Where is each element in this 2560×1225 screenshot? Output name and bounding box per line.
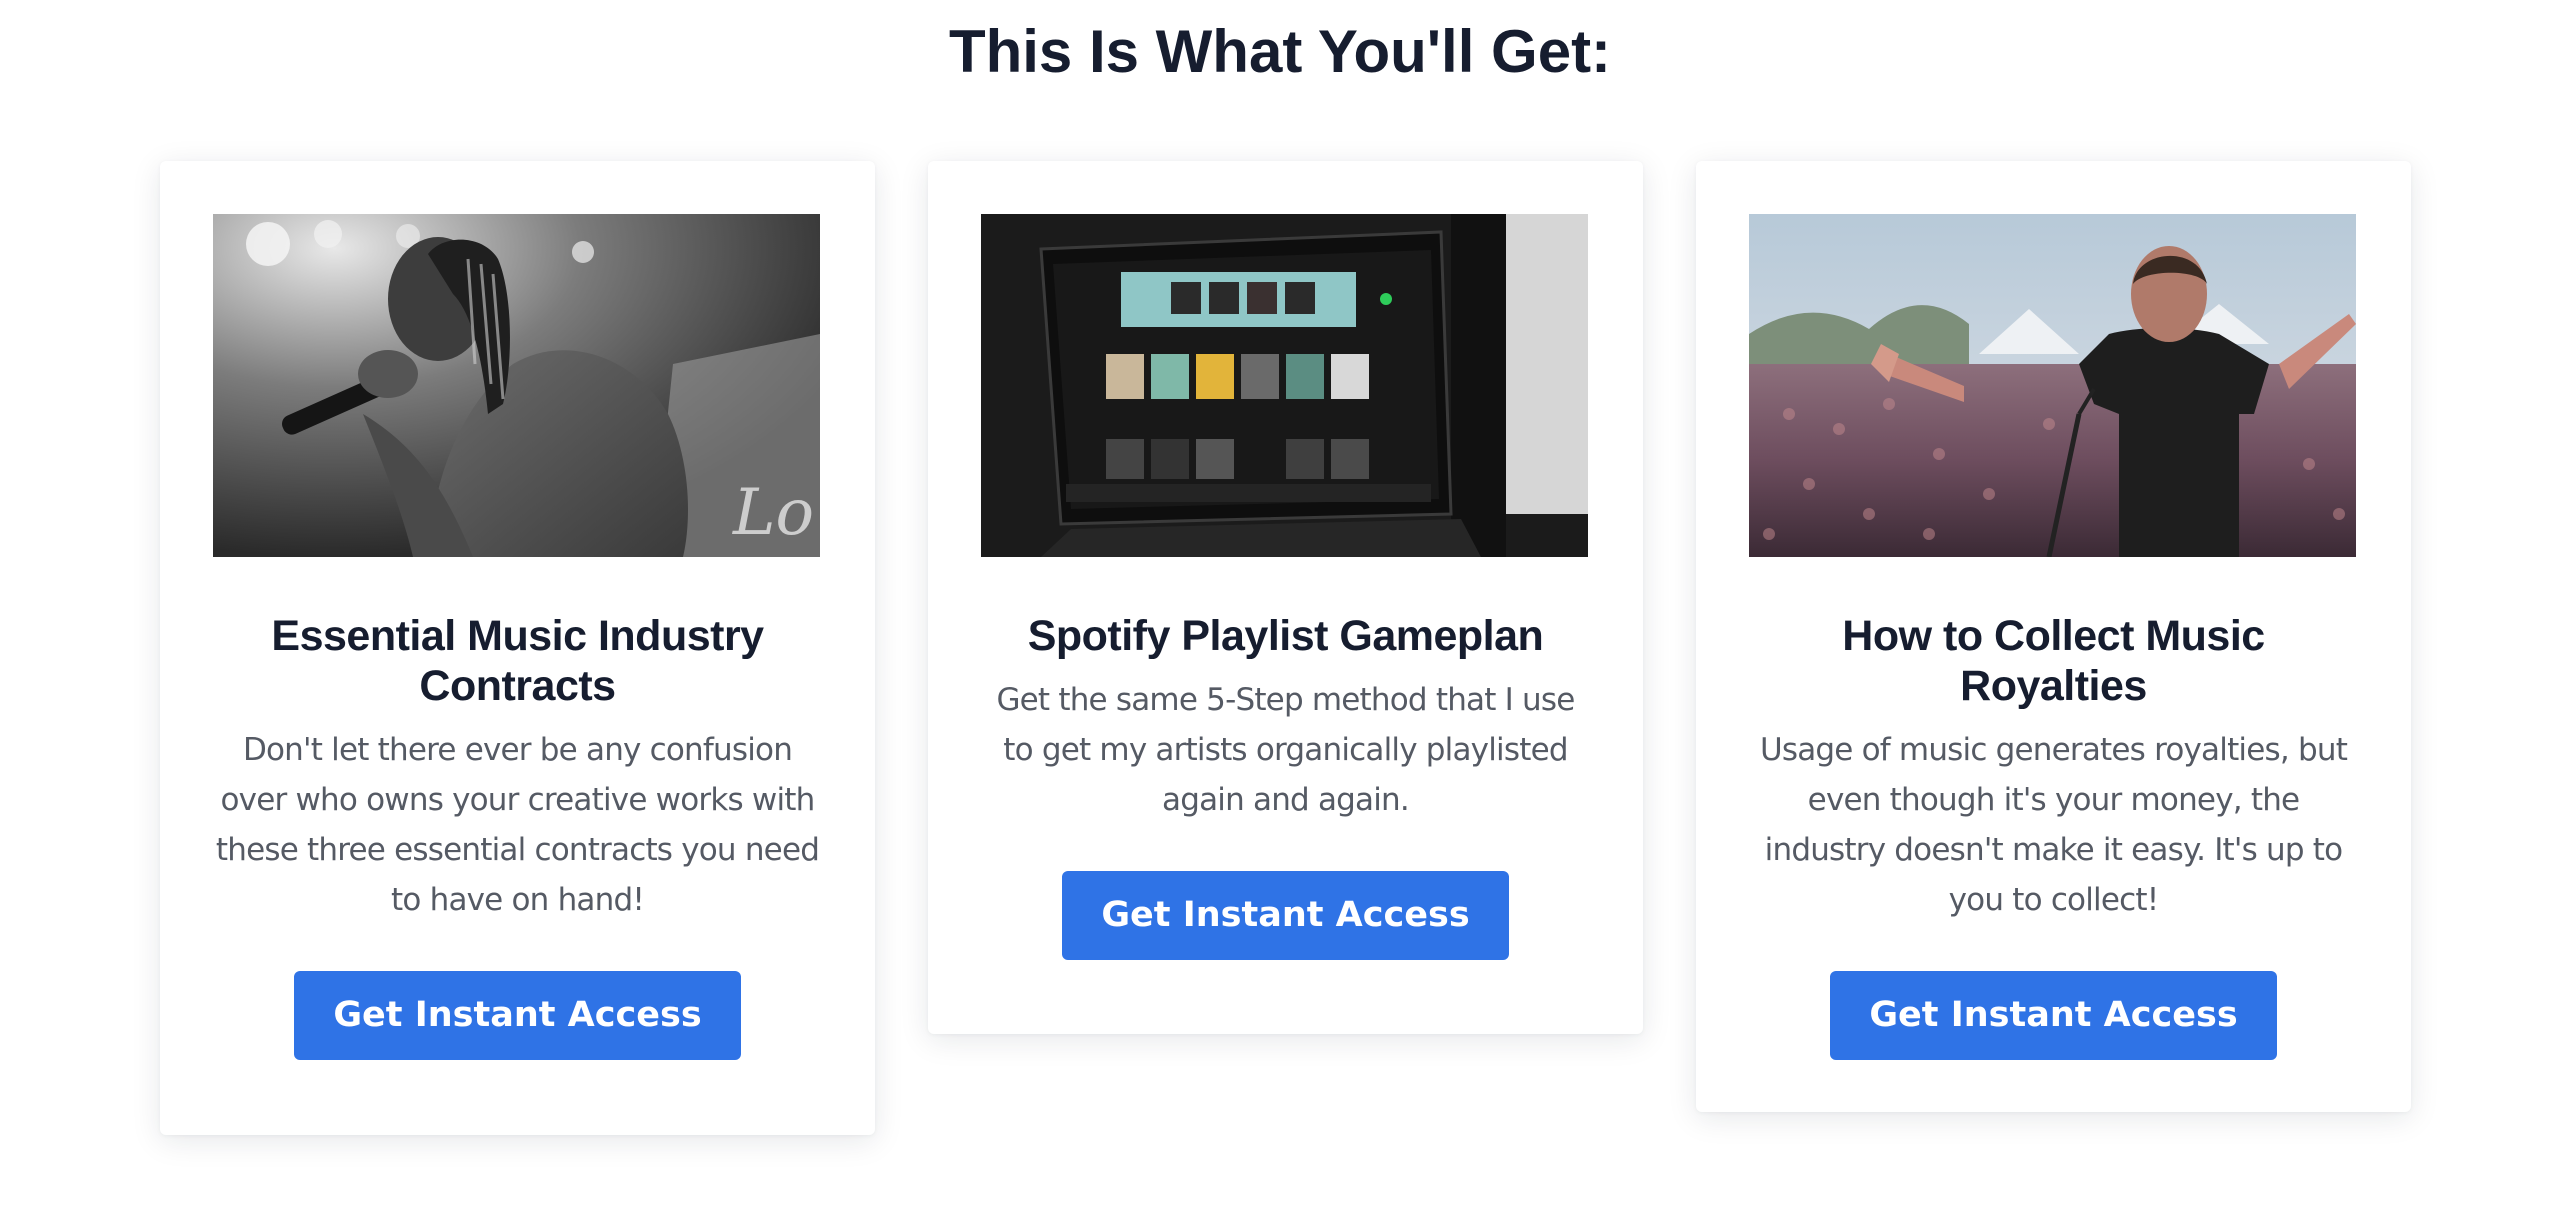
get-instant-access-button[interactable]: Get Instant Access bbox=[1830, 971, 2277, 1060]
svg-text:Lo: Lo bbox=[732, 476, 814, 550]
product-card-royalties: How to Collect Music Royalties Usage of … bbox=[1696, 161, 2411, 1112]
card-image-concert bbox=[1749, 214, 2356, 557]
product-card-contracts: Lo Essential Music Industry Contracts Do… bbox=[160, 161, 875, 1135]
get-instant-access-button[interactable]: Get Instant Access bbox=[294, 971, 741, 1060]
card-title: How to Collect Music Royalties bbox=[1842, 612, 2265, 710]
card-image-rapper: Lo bbox=[213, 214, 820, 557]
card-title: Essential Music Industry Contracts bbox=[271, 612, 764, 710]
get-instant-access-button[interactable]: Get Instant Access bbox=[1062, 871, 1509, 960]
page-title: This Is What You'll Get: bbox=[948, 18, 1612, 85]
card-description: Usage of music generates royalties, but … bbox=[1759, 732, 2348, 918]
card-image-laptop bbox=[981, 214, 1588, 557]
card-title: Spotify Playlist Gameplan bbox=[1027, 612, 1544, 660]
card-description: Don't let there ever be any confusion ov… bbox=[215, 732, 820, 918]
product-card-spotify: Spotify Playlist Gameplan Get the same 5… bbox=[928, 161, 1643, 1034]
page: This Is What You'll Get: Lo Essential Mu… bbox=[0, 0, 2560, 1225]
card-description: Get the same 5-Step method that I use to… bbox=[996, 682, 1575, 818]
